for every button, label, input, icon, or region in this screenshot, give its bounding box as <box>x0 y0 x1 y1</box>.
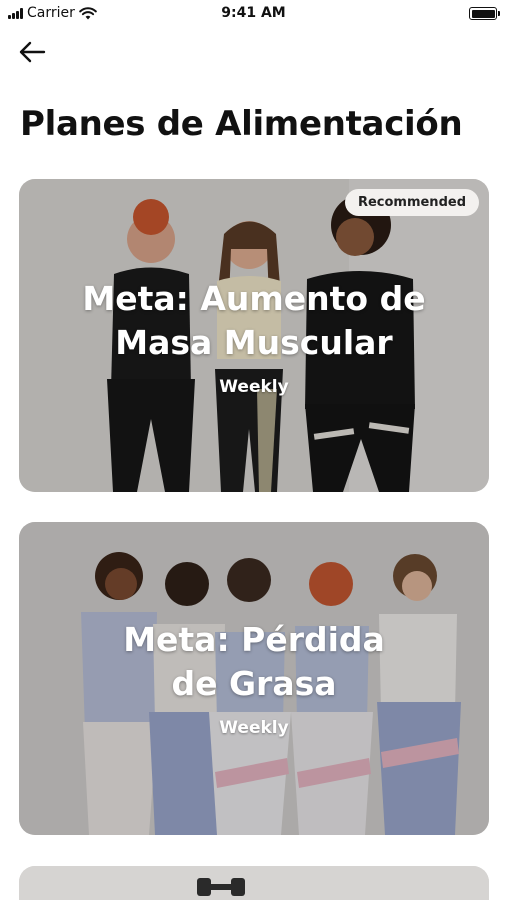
plan-title-line: Masa Muscular <box>115 323 393 362</box>
plan-title: Meta: Aumento de Masa Muscular <box>19 277 489 365</box>
recommended-badge: Recommended <box>344 189 479 216</box>
plan-frequency: Weekly <box>219 718 289 738</box>
plan-card-partial[interactable] <box>19 866 489 900</box>
plan-title-line: Meta: Aumento de <box>82 279 426 318</box>
status-time: 9:41 AM <box>221 5 286 21</box>
battery-icon <box>469 7 500 20</box>
back-button[interactable] <box>16 38 48 66</box>
plan-frequency: Weekly <box>219 377 289 397</box>
plan-title: Meta: Pérdida de Grasa <box>19 618 489 706</box>
arrow-left-icon <box>19 41 46 63</box>
plan-card-muscle-gain[interactable]: Recommended Meta: Aumento de Masa Muscul… <box>19 179 489 492</box>
plan-title-line: Meta: Pérdida <box>123 620 385 659</box>
plan-card-content: Meta: Aumento de Masa Muscular Weekly <box>19 277 489 397</box>
status-bar: Carrier 9:41 AM <box>0 0 507 28</box>
page-title: Planes de Alimentación <box>20 104 463 144</box>
plan-card-fat-loss[interactable]: Meta: Pérdida de Grasa Weekly <box>19 522 489 835</box>
dumbbell-icon <box>19 866 489 900</box>
plan-card-content: Meta: Pérdida de Grasa Weekly <box>19 618 489 738</box>
plan-title-line: de Grasa <box>171 664 337 703</box>
